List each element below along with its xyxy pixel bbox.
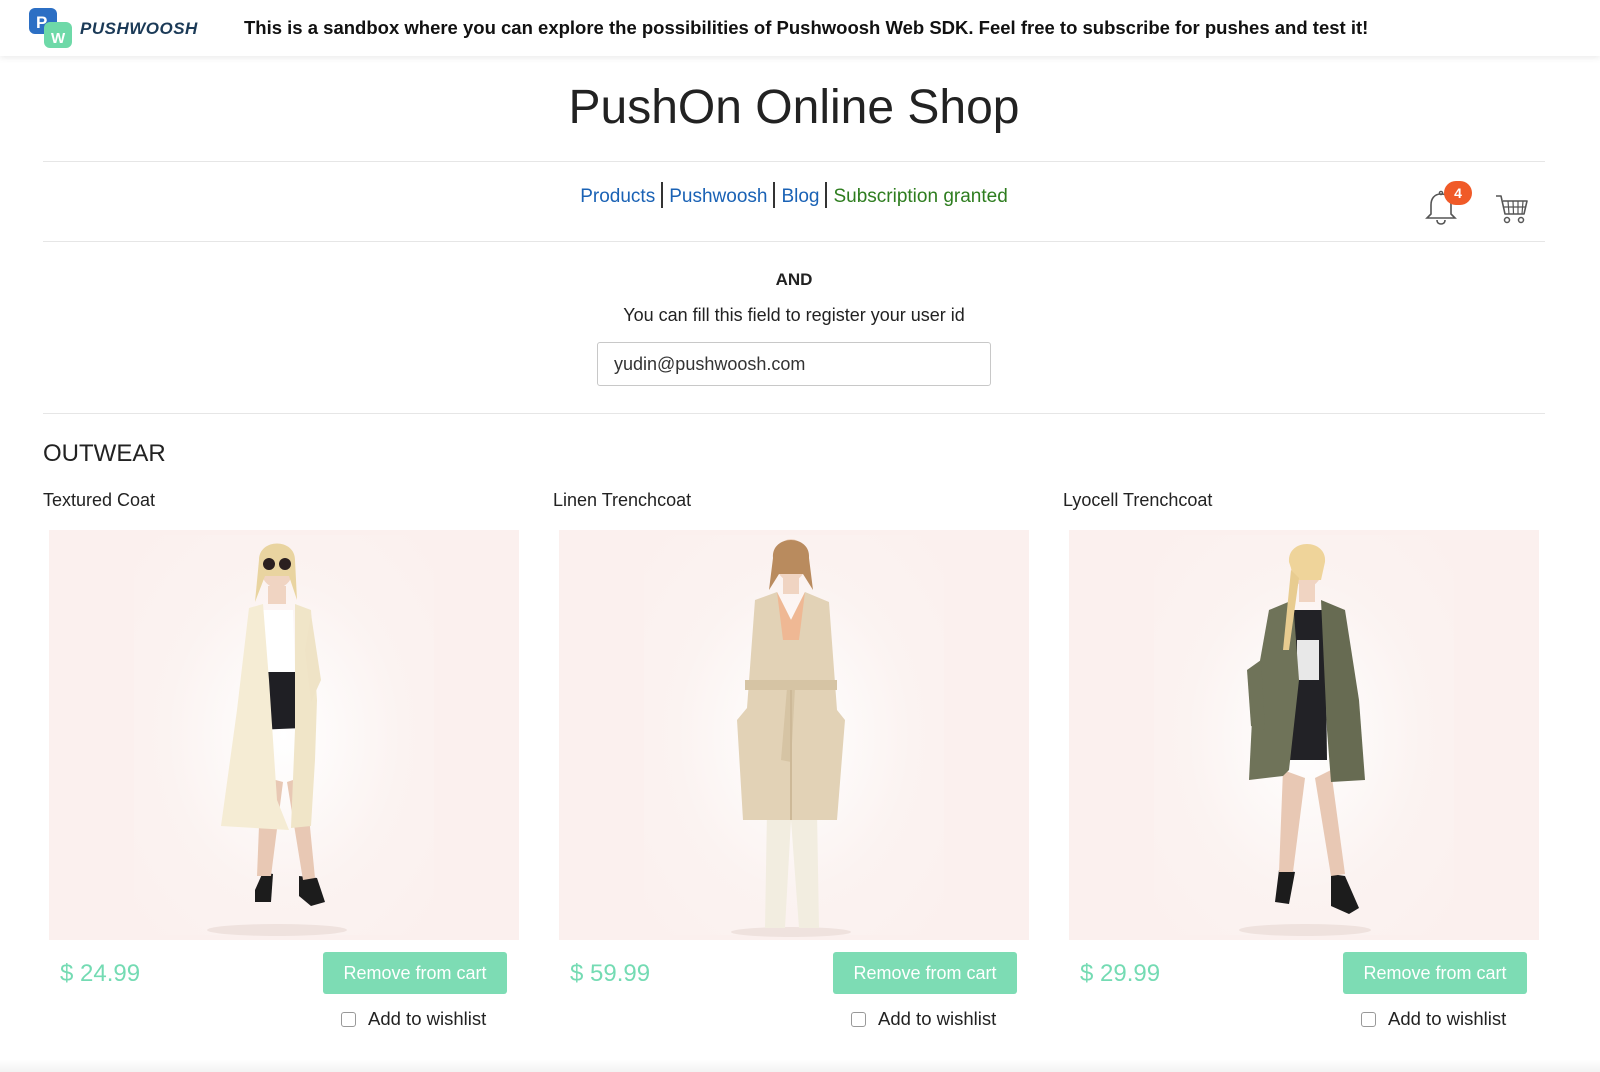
pushwoosh-logo-icon[interactable]: P W [28, 8, 74, 48]
register-user-id-label: You can fill this field to register your… [623, 305, 965, 325]
remove-from-cart-button[interactable]: Remove from cart [1343, 952, 1527, 994]
checkbox-icon[interactable] [851, 1011, 866, 1027]
main-nav: Products Pushwoosh Blog Subscription grante… [0, 182, 1588, 208]
notification-count-badge[interactable]: 4 [1444, 181, 1472, 205]
page-title: PushOn Online Shop [568, 81, 1020, 134]
divider [43, 241, 1545, 242]
product-name[interactable]: Linen Trenchcoat [553, 490, 691, 511]
add-to-wishlist-checkbox[interactable]: Add to wishlist [851, 1008, 996, 1030]
logo-text[interactable]: PUSHWOOSH [80, 19, 198, 39]
nav-link-blog[interactable]: Blog [775, 186, 825, 207]
checkbox-icon[interactable] [1361, 1011, 1376, 1027]
product-image[interactable] [49, 530, 519, 940]
model-figure [731, 539, 851, 937]
and-label: AND [775, 270, 813, 289]
model-figure [207, 543, 347, 936]
divider [43, 413, 1545, 414]
checkbox-icon[interactable] [341, 1011, 356, 1027]
top-banner-bar: P W PUSHWOOSH This is a sandbox where yo… [0, 0, 1600, 56]
user-id-input[interactable] [597, 342, 991, 386]
shopping-cart-icon[interactable] [1494, 192, 1530, 226]
model-figure [1239, 544, 1371, 936]
product-price: $ 24.99 [60, 960, 141, 987]
product-card: Linen Trenchcoat $ 59.99 Remove from car… [553, 490, 1033, 1040]
wishlist-label[interactable]: Add to wishlist [1388, 1008, 1506, 1030]
product-price: $ 59.99 [570, 960, 651, 987]
nav-link-products[interactable]: Products [574, 186, 661, 207]
remove-from-cart-button[interactable]: Remove from cart [323, 952, 507, 994]
wishlist-label[interactable]: Add to wishlist [368, 1008, 486, 1030]
svg-text:P: P [36, 13, 47, 32]
product-name[interactable]: Textured Coat [43, 490, 155, 511]
product-image[interactable] [1069, 530, 1539, 940]
product-price: $ 29.99 [1080, 960, 1161, 987]
product-image[interactable] [559, 530, 1029, 940]
subscription-status: Subscription granted [833, 186, 1008, 208]
product-card: Lyocell Trenchcoat $ 29.99 Remove from c… [1063, 490, 1543, 1040]
divider [43, 161, 1545, 162]
svg-text:W: W [51, 30, 66, 47]
add-to-wishlist-checkbox[interactable]: Add to wishlist [1361, 1008, 1506, 1030]
add-to-wishlist-checkbox[interactable]: Add to wishlist [341, 1008, 486, 1030]
product-card: Textured Coat $ 24.99 Remove from cart A… [43, 490, 523, 1040]
page-bottom-edge [0, 1060, 1600, 1072]
wishlist-label[interactable]: Add to wishlist [878, 1008, 996, 1030]
section-title: OUTWEAR [43, 440, 166, 467]
nav-link-pushwoosh[interactable]: Pushwoosh [663, 186, 773, 207]
sandbox-banner-text: This is a sandbox where you can explore … [244, 17, 1369, 38]
remove-from-cart-button[interactable]: Remove from cart [833, 952, 1017, 994]
product-name[interactable]: Lyocell Trenchcoat [1063, 490, 1212, 511]
